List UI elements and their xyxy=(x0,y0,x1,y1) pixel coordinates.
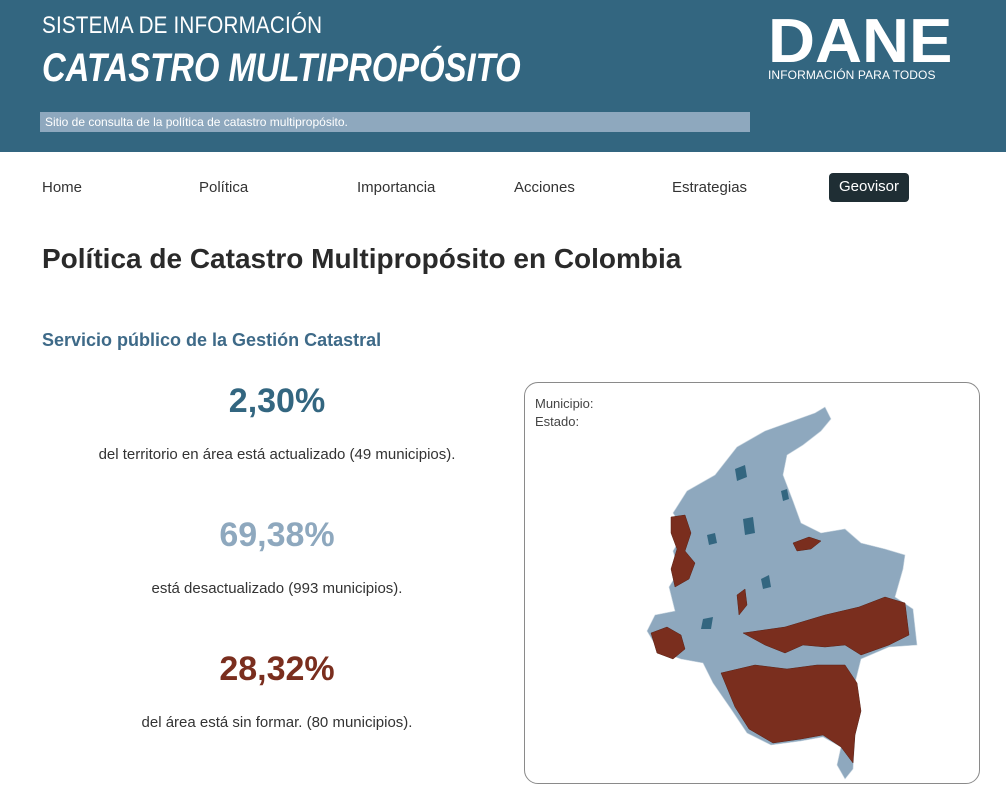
map-region-unformed-south[interactable] xyxy=(720,664,862,764)
subtitle-text: Sitio de consulta de la política de cata… xyxy=(45,115,348,129)
nav-acciones[interactable]: Acciones xyxy=(514,179,575,196)
site-header: SISTEMA DE INFORMACIÓN CATASTRO MULTIPRO… xyxy=(0,0,1006,152)
map-region-updated-2[interactable] xyxy=(743,517,755,535)
map-municipio-label: Municipio: xyxy=(535,396,594,411)
stat-outdated: 69,38% está desactualizado (993 municipi… xyxy=(42,516,512,597)
section-title: Servicio público de la Gestión Catastral xyxy=(42,330,382,350)
colombia-map-panel[interactable]: Municipio: Estado: xyxy=(524,382,980,784)
colombia-map[interactable] xyxy=(525,383,979,783)
nav-home[interactable]: Home xyxy=(42,179,82,196)
nav-geovisor-button[interactable]: Geovisor xyxy=(829,173,909,202)
stat-unformed-description: del área está sin formar. (80 municipios… xyxy=(141,714,413,731)
stat-unformed: 28,32% del área está sin formar. (80 mun… xyxy=(42,650,512,731)
page-title: Política de Catastro Multipropósito en C… xyxy=(42,243,682,274)
subtitle-bar: Sitio de consulta de la política de cata… xyxy=(40,112,750,132)
site-title: CATASTRO MULTIPROPÓSITO xyxy=(42,46,521,90)
map-info-box: Municipio: Estado: xyxy=(535,395,594,431)
stat-updated: 2,30% del territorio en área está actual… xyxy=(42,382,512,463)
nav-politica[interactable]: Política xyxy=(199,179,248,196)
dane-logo[interactable]: DANE INFORMACIÓN PARA TODOS xyxy=(768,7,952,90)
stat-updated-value: 2,30% xyxy=(228,382,326,420)
stat-unformed-value: 28,32% xyxy=(219,650,335,688)
map-estado-label: Estado: xyxy=(535,414,580,429)
logo-tagline: INFORMACIÓN PARA TODOS xyxy=(768,68,936,82)
stat-outdated-value: 69,38% xyxy=(219,516,335,554)
system-label: SISTEMA DE INFORMACIÓN xyxy=(42,12,323,39)
stat-updated-description: del territorio en área está actualizado … xyxy=(98,446,456,463)
nav-estrategias[interactable]: Estrategias xyxy=(672,179,747,196)
nav-importancia[interactable]: Importancia xyxy=(357,179,435,196)
logo-wordmark: DANE xyxy=(768,7,953,76)
stat-outdated-description: está desactualizado (993 municipios). xyxy=(151,580,403,597)
